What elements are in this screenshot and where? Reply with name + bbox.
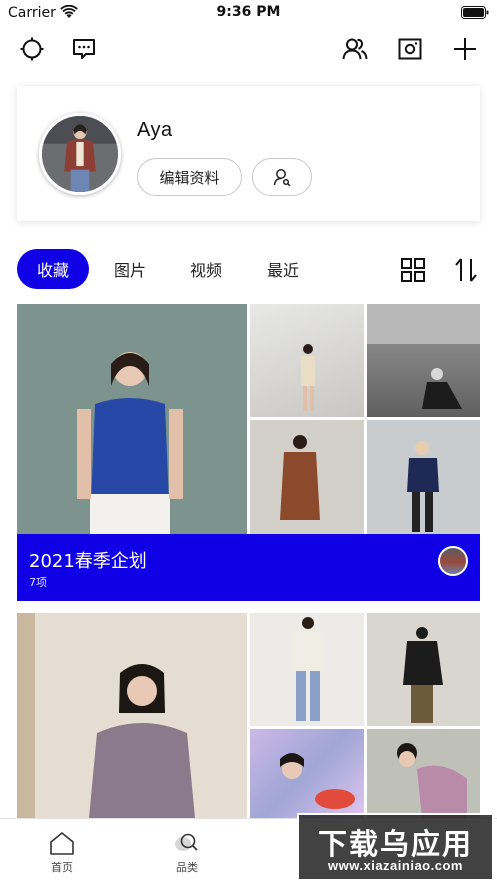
sort-icon[interactable] xyxy=(453,257,479,283)
status-bar: Carrier 9:36 PM xyxy=(0,0,497,26)
album-cover-photo xyxy=(17,304,247,534)
album-photo-grid xyxy=(17,304,480,534)
watermark-url: www.xiazainiao.com xyxy=(328,858,463,873)
avatar-photo xyxy=(42,116,118,192)
clock: 9:36 PM xyxy=(216,4,281,20)
album-photo xyxy=(250,304,364,417)
album-photo xyxy=(367,613,480,726)
album-title: 2021春季企划 xyxy=(29,551,147,572)
album-photo xyxy=(367,304,480,417)
top-nav xyxy=(0,34,497,68)
search-icon xyxy=(175,833,198,851)
album-photo xyxy=(367,729,480,818)
profile-card: Aya 编辑资料 xyxy=(17,86,480,221)
person-add-icon xyxy=(273,169,291,187)
home-icon xyxy=(50,832,74,855)
compass-icon[interactable] xyxy=(17,34,47,64)
camera-frame-icon[interactable] xyxy=(395,34,425,64)
grid-view-icon[interactable] xyxy=(400,257,426,283)
watermark-title: 下载乌应用 xyxy=(317,827,473,861)
tab-recent[interactable]: 最近 xyxy=(255,249,311,289)
bottom-tab-home-label: 首页 xyxy=(51,861,73,874)
avatar[interactable] xyxy=(39,113,121,195)
album-photo xyxy=(367,420,480,534)
album-photo xyxy=(250,613,364,726)
album-cover-photo xyxy=(17,613,247,818)
album-owner-avatar xyxy=(438,546,468,576)
album-card[interactable] xyxy=(17,613,480,818)
message-icon[interactable] xyxy=(69,34,99,64)
album-photo xyxy=(250,420,364,534)
profile-name: Aya xyxy=(137,119,173,141)
bottom-tab-home[interactable]: 首页 xyxy=(32,831,92,875)
album-item-count: 7项 xyxy=(29,576,47,589)
bottom-tab-category-label: 品类 xyxy=(176,861,198,874)
add-friend-button[interactable] xyxy=(252,158,312,196)
bottom-tab-category[interactable]: 品类 xyxy=(157,831,217,875)
plus-icon[interactable] xyxy=(450,34,480,64)
tab-favorites[interactable]: 收藏 xyxy=(17,249,89,289)
album-footer: 2021春季企划 7项 xyxy=(17,534,480,601)
album-card[interactable]: 2021春季企划 7项 xyxy=(17,304,480,601)
filter-tabs: 收藏 图片 视频 最近 xyxy=(17,249,480,289)
tab-videos[interactable]: 视频 xyxy=(178,249,234,289)
battery-icon xyxy=(461,6,489,19)
watermark-logo: 下载乌应用 www.xiazainiao.com xyxy=(297,813,494,881)
people-icon[interactable] xyxy=(340,34,370,64)
album-photo xyxy=(250,729,364,818)
edit-profile-button[interactable]: 编辑资料 xyxy=(137,158,242,196)
tab-images[interactable]: 图片 xyxy=(102,249,158,289)
